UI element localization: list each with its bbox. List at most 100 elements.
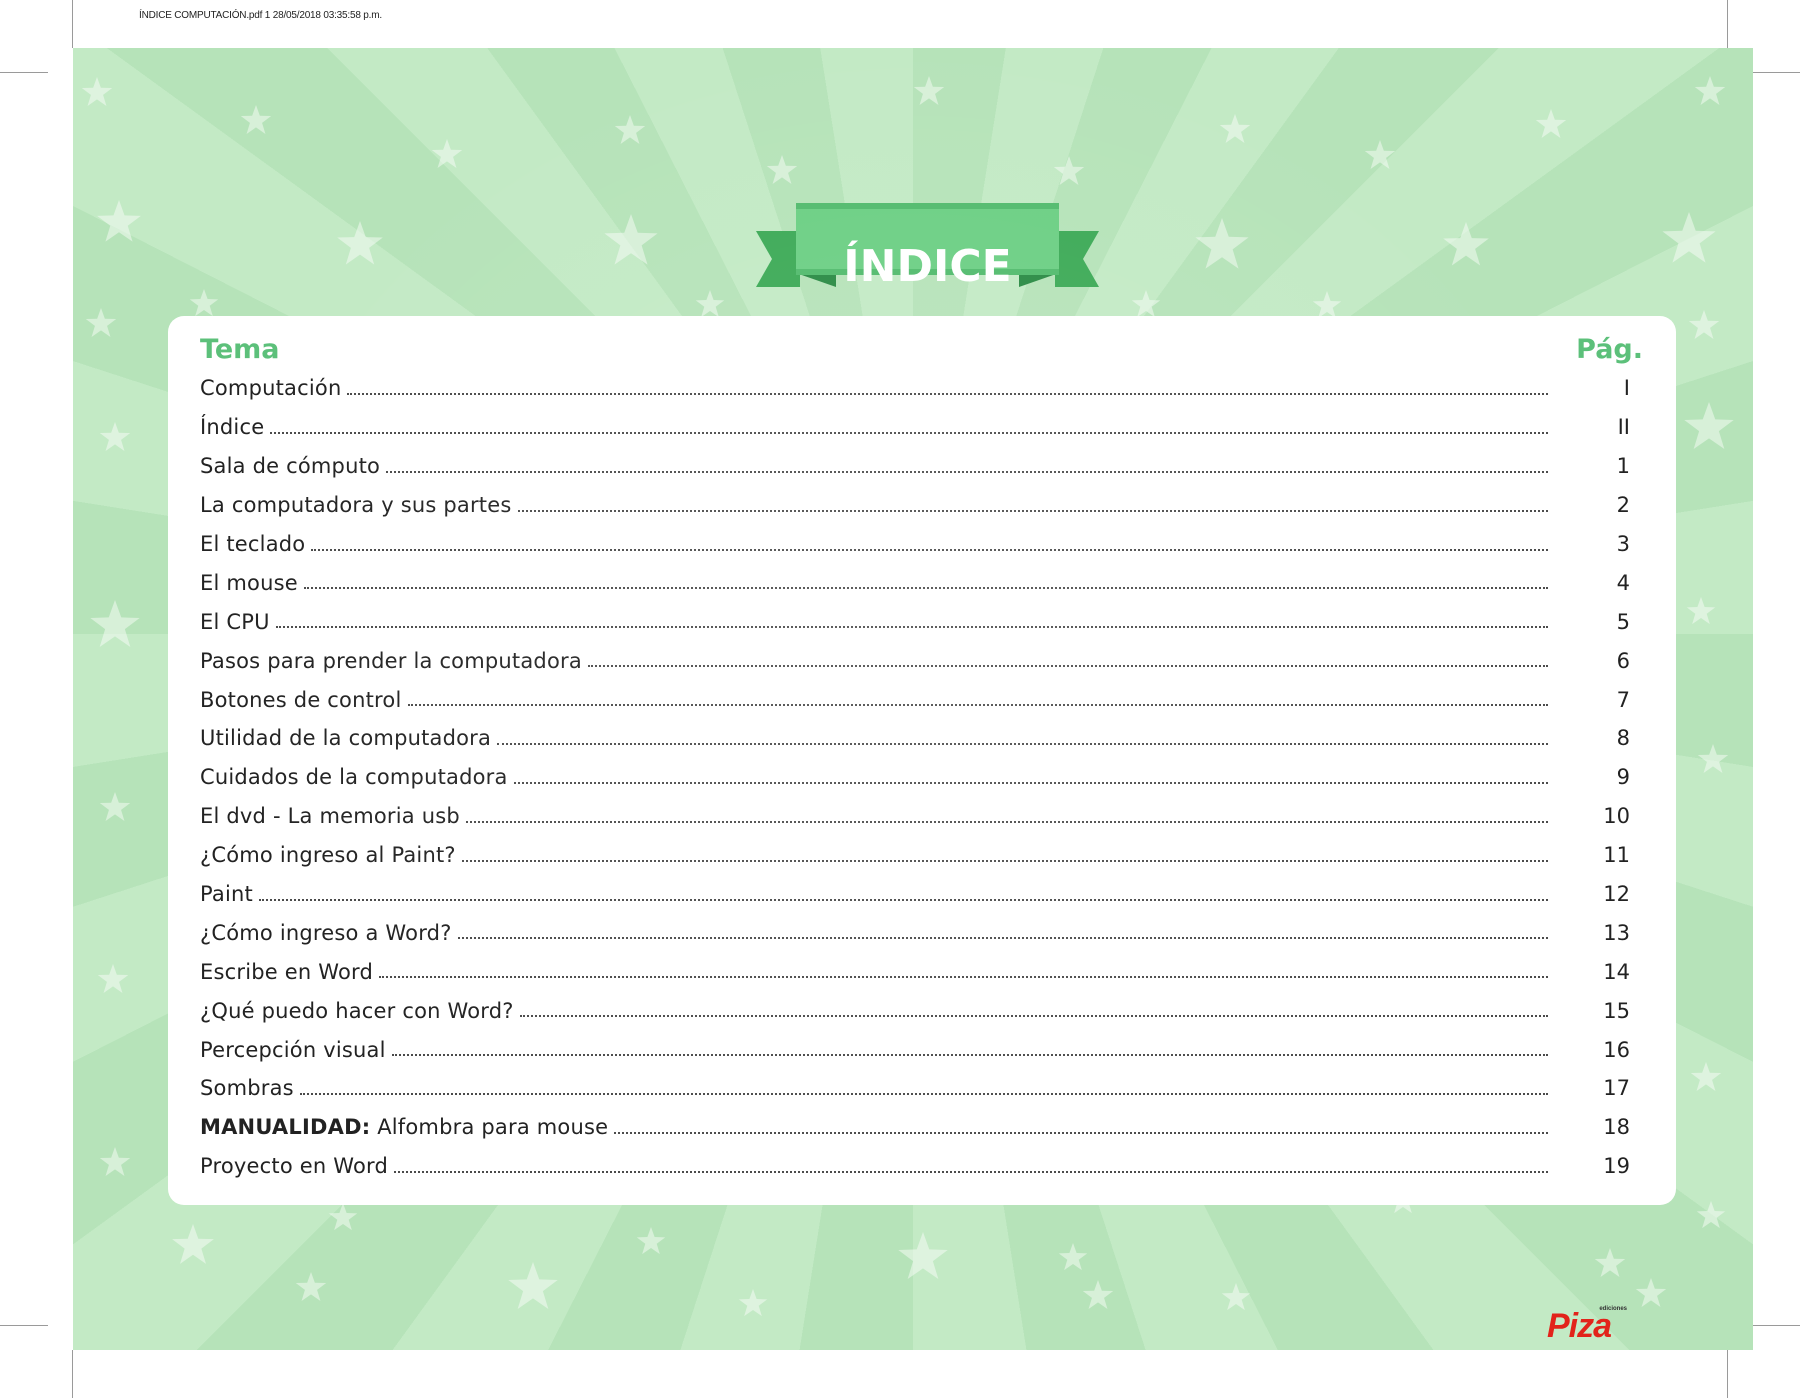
index-entry: MANUALIDAD: Alfombra para mouse 18 bbox=[200, 1108, 1630, 1147]
index-entry: ¿Cómo ingreso al Paint? 11 bbox=[200, 836, 1630, 875]
entry-title: El mouse bbox=[200, 571, 298, 595]
entry-title: ¿Cómo ingreso al Paint? bbox=[200, 843, 456, 867]
entry-page-number: II bbox=[1617, 415, 1630, 440]
dot-leader bbox=[311, 548, 1548, 551]
entry-title: El CPU bbox=[200, 610, 270, 634]
entry-page-number: I bbox=[1623, 376, 1630, 401]
entry-bold-prefix: MANUALIDAD: bbox=[200, 1115, 371, 1140]
entry-title: Percepción visual bbox=[200, 1038, 386, 1062]
entry-text: Botones de control bbox=[200, 687, 402, 712]
index-page: ÍNDICE Tema Pág. Computación I Índice II Sal… bbox=[73, 48, 1753, 1350]
index-entry: Cuidados de la computadora 9 bbox=[200, 758, 1630, 797]
index-entry: Paint 12 bbox=[200, 875, 1630, 914]
entry-title: Sombras bbox=[200, 1076, 294, 1100]
entry-text: Percepción visual bbox=[200, 1037, 386, 1062]
index-entry: Computación I bbox=[200, 369, 1630, 408]
dot-leader bbox=[304, 587, 1548, 590]
dot-leader bbox=[379, 976, 1548, 979]
index-entry: El dvd - La memoria usb 10 bbox=[200, 797, 1630, 836]
dot-leader bbox=[394, 1170, 1548, 1173]
entry-text: Paint bbox=[200, 882, 253, 907]
entry-text: El dvd - La memoria usb bbox=[200, 804, 460, 829]
entry-title: Paint bbox=[200, 882, 253, 906]
index-entry: Proyecto en Word 19 bbox=[200, 1147, 1630, 1186]
dot-leader bbox=[270, 431, 1548, 434]
entry-text: El teclado bbox=[200, 532, 306, 556]
entry-text: Proyecto en Word bbox=[200, 1154, 389, 1179]
entry-title: El dvd - La memoria usb bbox=[200, 804, 460, 828]
dot-leader bbox=[518, 509, 1548, 512]
entry-page-number: 12 bbox=[1603, 882, 1630, 907]
entry-page-number: 19 bbox=[1603, 1154, 1630, 1179]
print-metadata: ÍNDICE COMPUTACIÓN.pdf 1 28/05/2018 03:3… bbox=[139, 10, 382, 21]
dot-leader bbox=[614, 1131, 1548, 1134]
dot-leader bbox=[347, 393, 1548, 395]
entry-page-number: 13 bbox=[1603, 920, 1630, 945]
entry-page-number: 1 bbox=[1616, 454, 1630, 479]
dot-leader bbox=[259, 898, 1548, 901]
index-entry: El mouse 4 bbox=[200, 563, 1630, 602]
entry-title: El teclado bbox=[200, 532, 305, 556]
index-entry: Sombras 17 bbox=[200, 1069, 1630, 1108]
entry-text: Computación bbox=[200, 376, 342, 401]
entry-page-number: 18 bbox=[1603, 1115, 1630, 1140]
entry-page-number: 11 bbox=[1603, 843, 1630, 868]
entry-page-number: 15 bbox=[1603, 998, 1630, 1023]
entry-page-number: 16 bbox=[1603, 1037, 1630, 1062]
publisher-logo: ediciones Piza bbox=[1547, 1306, 1629, 1345]
dot-leader bbox=[497, 743, 1548, 746]
index-entry: ¿Cómo ingreso a Word? 13 bbox=[200, 913, 1630, 952]
crop-mark bbox=[1752, 72, 1800, 73]
entry-page-number: 14 bbox=[1603, 959, 1630, 984]
index-entry: Escribe en Word 14 bbox=[200, 952, 1630, 991]
index-card: Tema Pág. Computación I Índice II Sala de có… bbox=[168, 316, 1676, 1205]
index-title: ÍNDICE bbox=[843, 241, 1012, 292]
entry-title: Computación bbox=[200, 376, 341, 400]
entry-text: ¿Cómo ingreso a Word? bbox=[200, 920, 452, 945]
index-entry: La computadora y sus partes 2 bbox=[200, 486, 1630, 525]
entry-page-number: 7 bbox=[1616, 687, 1630, 712]
entry-text: El CPU bbox=[200, 609, 270, 634]
entry-title: La computadora y sus partes bbox=[200, 493, 512, 517]
index-entry: ¿Qué puedo hacer con Word? 15 bbox=[200, 991, 1630, 1030]
entry-text: Índice bbox=[200, 415, 265, 440]
entry-page-number: 6 bbox=[1616, 648, 1630, 673]
dot-leader bbox=[386, 470, 1548, 473]
index-entry: Sala de cómputo 1 bbox=[200, 447, 1630, 486]
index-entry: El teclado 3 bbox=[200, 525, 1630, 564]
dot-leader bbox=[408, 704, 1548, 707]
entry-page-number: 8 bbox=[1616, 726, 1630, 751]
entry-title: MANUALIDAD: Alfombra para mouse bbox=[200, 1115, 608, 1139]
entry-title: Pasos para prender la computadora bbox=[200, 649, 582, 673]
index-entry: Percepción visual 16 bbox=[200, 1030, 1630, 1069]
crop-mark bbox=[1727, 0, 1728, 48]
crop-mark bbox=[72, 1350, 73, 1398]
entry-title: Sala de cómputo bbox=[200, 454, 380, 478]
crop-mark bbox=[1727, 1350, 1728, 1398]
dot-leader bbox=[392, 1054, 1548, 1057]
index-entry: Índice II bbox=[200, 408, 1630, 447]
entry-page-number: 10 bbox=[1603, 804, 1630, 829]
entry-page-number: 17 bbox=[1603, 1076, 1630, 1101]
entry-text: Sala de cómputo bbox=[200, 454, 381, 479]
index-entry: Utilidad de la computadora 8 bbox=[200, 719, 1630, 758]
dot-leader bbox=[466, 820, 1548, 823]
entry-title: Botones de control bbox=[200, 688, 402, 712]
entry-text: Escribe en Word bbox=[200, 959, 374, 984]
index-entry-list: Computación I Índice II Sala de cómputo 1 La c… bbox=[200, 369, 1630, 1186]
crop-mark bbox=[72, 0, 73, 48]
entry-page-number: 5 bbox=[1616, 609, 1630, 634]
dot-leader bbox=[300, 1093, 1548, 1096]
topic-column-header: Tema bbox=[200, 334, 280, 365]
crop-mark bbox=[0, 1325, 48, 1326]
entry-page-number: 3 bbox=[1616, 532, 1630, 556]
dot-leader bbox=[588, 665, 1548, 668]
crop-mark bbox=[0, 72, 48, 73]
entry-title: Índice bbox=[200, 415, 264, 439]
entry-title: Proyecto en Word bbox=[200, 1154, 388, 1178]
entry-text: Alfombra para mouse bbox=[377, 1115, 609, 1140]
logo-brand: Piza bbox=[1547, 1307, 1612, 1345]
index-entry: Botones de control 7 bbox=[200, 680, 1630, 719]
entry-text: Pasos para prender la computadora bbox=[200, 648, 582, 673]
entry-page-number: 4 bbox=[1616, 570, 1630, 595]
